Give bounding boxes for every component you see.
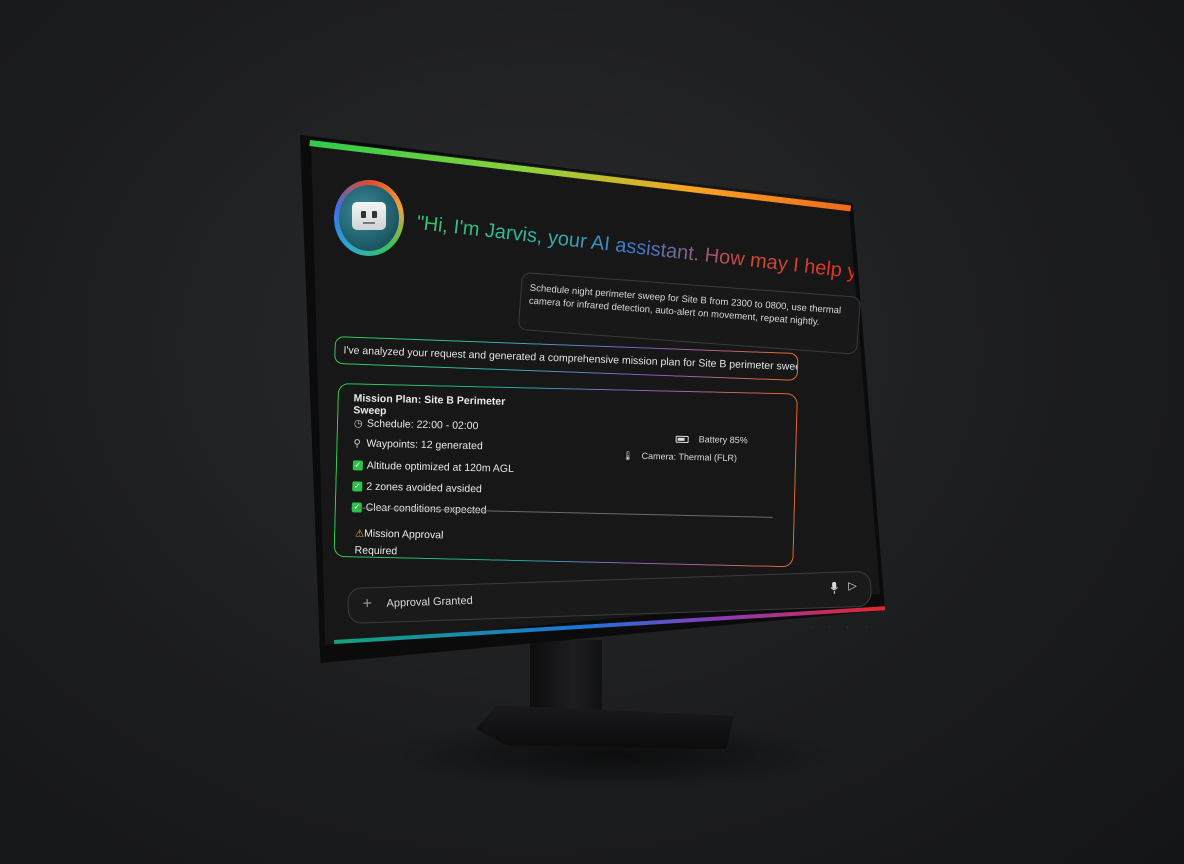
checkbox-checked-icon: ✓ [352,460,363,471]
mission-title: Mission Plan: Site B Perimeter Sweep [353,392,506,418]
check-text: Altitude optimized at 120m AGL [366,459,515,476]
waypoints-row: ⚲ Waypoints: 12 generated [353,437,483,453]
approval-line1: Mission Approval [363,527,444,542]
map-pin-icon: ⚲ [353,438,361,450]
robot-eye-left [361,211,366,218]
approval-line2: Required [354,544,398,558]
battery-text: Battery 85% [698,434,748,446]
robot-icon [352,202,386,230]
check-row-zones: ✓ 2 zones avoided avsided [352,480,482,495]
assistant-avatar [334,180,404,256]
clock-icon: ◷ [353,418,363,430]
microphone-icon[interactable] [830,581,838,594]
camera-text: Camera: Thermal (FLR) [641,450,738,464]
check-row-altitude: ✓ Altitude optimized at 120m AGL [352,459,515,476]
battery-status: Battery 85% [675,434,748,446]
plus-icon[interactable]: + [362,595,372,613]
camera-status: 🌡 Camera: Thermal (FLR) [622,450,737,464]
waypoints-text: Waypoints: 12 generated [366,437,483,453]
robot-mouth [363,222,375,224]
approval-notice: ⚠Mission Approval Required [354,525,443,560]
monitor-stand-base [476,705,734,749]
schedule-row: ◷ Schedule: 22:00 - 02:00 [353,417,479,433]
mission-plan-card: Mission Plan: Site B Perimeter Sweep ◷ Sc… [333,383,798,568]
thermometer-icon: 🌡 [622,450,634,461]
warning-icon: ⚠ [354,528,365,540]
monitor-button-dots: ···· [810,624,884,631]
checkbox-checked-icon: ✓ [352,481,363,492]
battery-icon [675,435,689,444]
robot-eye-right [372,211,377,218]
schedule-text: Schedule: 22:00 - 02:00 [366,417,479,433]
chat-input-field[interactable]: Approval Granted [386,595,473,610]
send-icon[interactable]: ▷ [848,579,857,592]
check-text: 2 zones avoided avsided [366,480,483,496]
